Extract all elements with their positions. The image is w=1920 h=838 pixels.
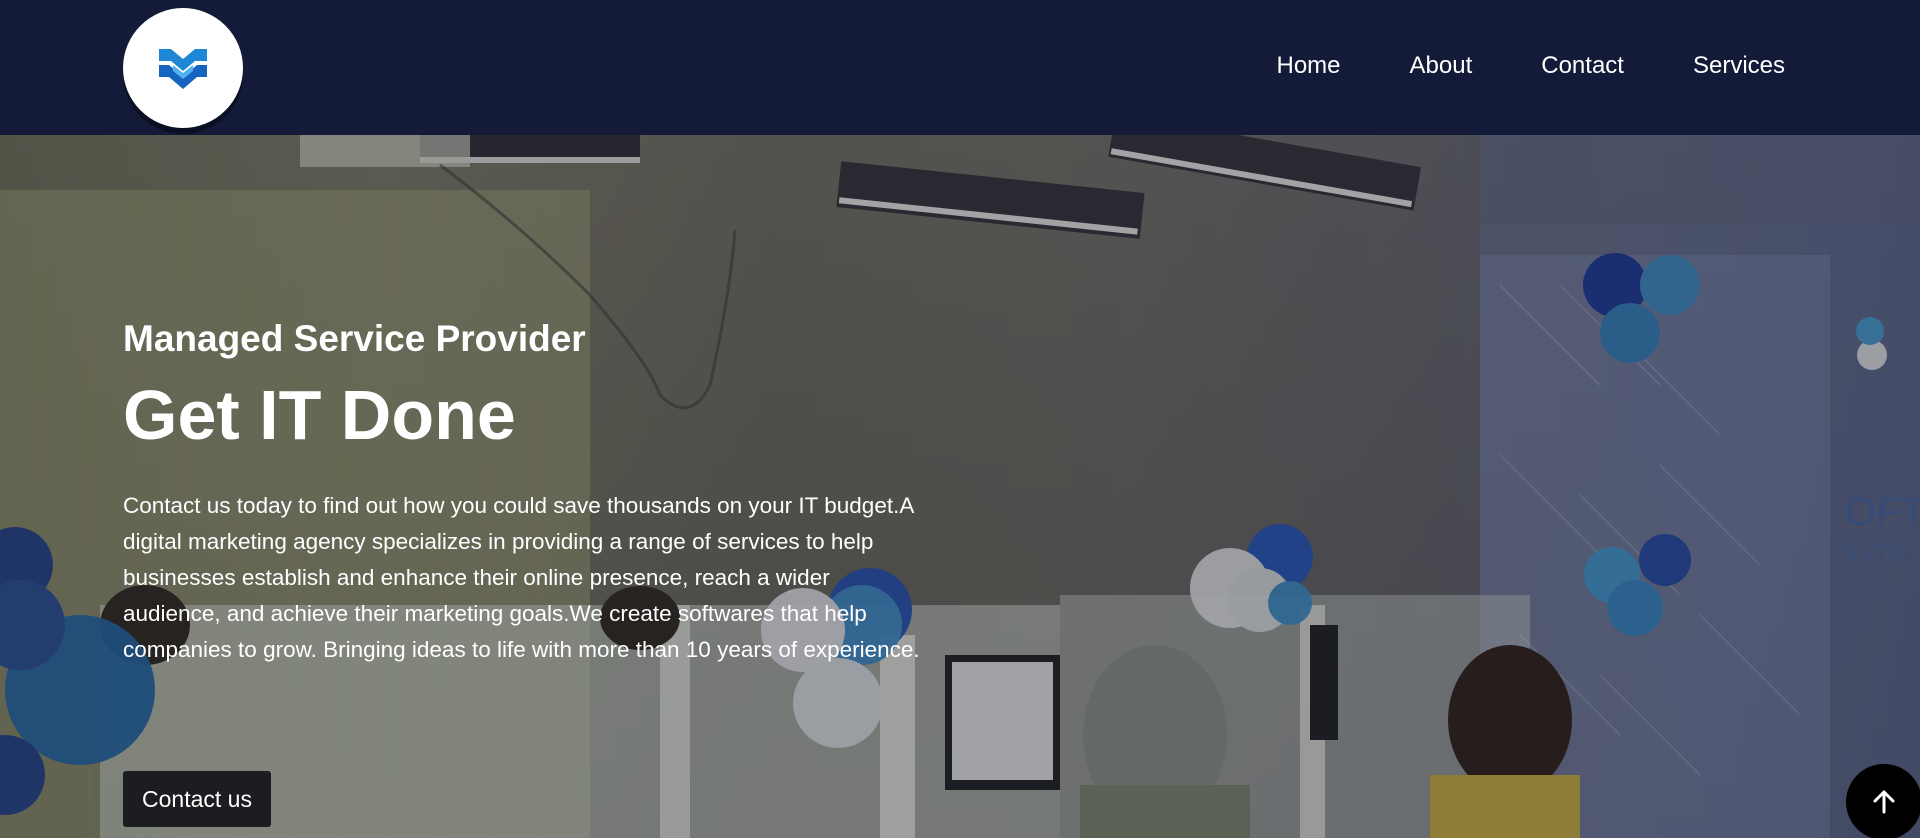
logo[interactable] [123,8,243,128]
hero-section: OFT S LTD. Managed Service Provider Get … [0,135,1920,838]
contact-us-button[interactable]: Contact us [123,771,271,827]
nav-about[interactable]: About [1410,52,1473,80]
arrow-up-icon [1873,790,1895,814]
nav-services[interactable]: Services [1693,52,1785,80]
hero-title: Get IT Done [123,376,516,454]
hero-description: Contact us today to find out how you cou… [123,493,920,662]
navbar: Home About Contact Services [0,0,1920,135]
main-nav: Home About Contact Services [1277,52,1786,80]
nav-home[interactable]: Home [1277,52,1341,80]
hero-background-photo: OFT S LTD. [0,135,1920,838]
logo-mark-icon [159,49,207,89]
back-to-top-button[interactable] [1846,764,1920,838]
nav-contact[interactable]: Contact [1541,52,1624,80]
hero-subtitle: Managed Service Provider [123,318,586,359]
